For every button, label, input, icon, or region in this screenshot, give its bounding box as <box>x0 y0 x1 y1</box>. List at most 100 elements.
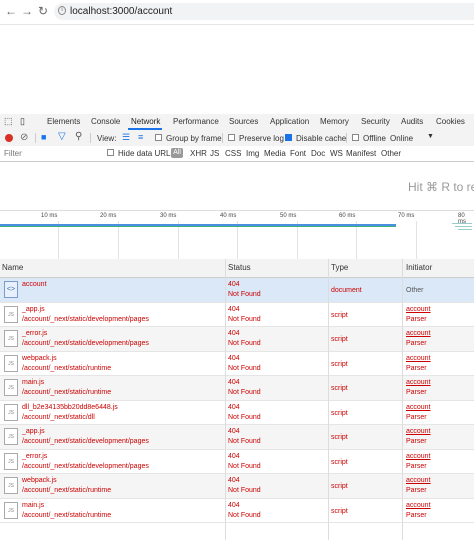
timeline-overview[interactable]: 10 ms 20 ms 30 ms 40 ms 50 ms 60 ms 70 m… <box>0 210 474 260</box>
script-file-icon: JS <box>4 305 18 323</box>
column-header-type[interactable]: Type <box>331 263 348 272</box>
video-camera-icon[interactable]: ■ <box>41 132 46 142</box>
request-name[interactable]: dll_b2e34135bb20dd8e6448.js <box>22 404 118 411</box>
large-rows-icon[interactable]: ☰ <box>122 132 130 143</box>
info-icon[interactable]: i <box>58 6 66 15</box>
inspect-icon[interactable]: ⬚ <box>4 116 13 127</box>
tab-application[interactable]: Application <box>270 117 309 126</box>
request-name[interactable]: main.js <box>22 379 44 386</box>
disable-cache-checkbox[interactable] <box>285 134 292 141</box>
status-text: Not Found <box>228 438 261 445</box>
initiator-detail: Parser <box>406 511 427 519</box>
request-type: document <box>331 287 362 294</box>
initiator-link[interactable]: account <box>406 330 431 337</box>
waterfall-icon[interactable]: ≡ <box>138 132 143 142</box>
clear-icon[interactable]: ⊘ <box>20 132 28 143</box>
initiator-detail: Parser <box>406 340 427 347</box>
column-header-name[interactable]: Name <box>2 263 23 272</box>
search-icon[interactable]: ⚲ <box>75 131 82 142</box>
tab-security[interactable]: Security <box>361 117 390 126</box>
request-name[interactable]: _app.js <box>22 306 45 313</box>
filter-all[interactable]: All <box>171 148 183 158</box>
hide-data-urls-checkbox[interactable] <box>107 149 114 156</box>
request-name[interactable]: _error.js <box>22 453 47 460</box>
address-bar[interactable]: i localhost:3000/account <box>54 3 474 20</box>
timeline-tick: 30 ms <box>160 213 177 219</box>
request-name[interactable]: main.js <box>22 502 44 509</box>
tab-cookies[interactable]: Cookies <box>436 117 465 126</box>
tab-console[interactable]: Console <box>91 117 120 126</box>
script-file-icon: JS <box>4 477 18 494</box>
filter-media[interactable]: Media <box>264 149 286 158</box>
tab-network[interactable]: Network <box>131 117 160 126</box>
column-header-status[interactable]: Status <box>228 263 251 272</box>
chevron-down-icon[interactable]: ▼ <box>427 133 434 140</box>
initiator-link[interactable]: account <box>406 453 431 460</box>
initiator-text: Other <box>406 287 424 294</box>
filter-bar: Filter Hide data URLs All XHR JS CSS Img… <box>0 146 474 162</box>
filter-manifest[interactable]: Manifest <box>346 149 376 158</box>
initiator-link[interactable]: account <box>406 379 431 386</box>
filter-img[interactable]: Img <box>246 149 259 158</box>
divider <box>346 133 347 143</box>
status-code: 404 <box>228 428 240 435</box>
filter-font[interactable]: Font <box>290 149 306 158</box>
filter-ws[interactable]: WS <box>330 149 343 158</box>
request-path: /account/_next/static/runtime <box>22 511 112 519</box>
initiator-link[interactable]: account <box>406 355 431 362</box>
tab-performance[interactable]: Performance <box>173 117 219 126</box>
initiator-link[interactable]: account <box>406 502 431 509</box>
initiator-link[interactable]: account <box>406 306 431 313</box>
timeline-tick: 60 ms <box>339 213 356 219</box>
preserve-log-checkbox[interactable] <box>228 134 235 141</box>
request-type: script <box>331 336 348 343</box>
status-text: Not Found <box>228 315 261 323</box>
load-line <box>0 226 396 227</box>
request-type: script <box>331 507 348 515</box>
group-by-frame-label: Group by frame <box>166 134 222 143</box>
filter-other[interactable]: Other <box>381 149 401 158</box>
request-name[interactable]: _error.js <box>22 330 47 337</box>
tab-elements[interactable]: Elements <box>47 117 80 126</box>
status-code: 404 <box>228 501 240 509</box>
offline-label: Offline <box>363 134 386 143</box>
arrow-right-icon[interactable]: → <box>20 4 34 18</box>
filter-input[interactable]: Filter <box>4 149 22 158</box>
filter-icon[interactable]: ▽ <box>58 131 66 142</box>
request-path: /account/_next/static/development/pages <box>22 462 149 470</box>
initiator-link[interactable]: account <box>406 404 431 411</box>
record-icon[interactable] <box>5 134 13 142</box>
arrow-left-icon[interactable]: ← <box>4 4 18 18</box>
filter-xhr[interactable]: XHR <box>190 149 207 158</box>
filter-doc[interactable]: Doc <box>311 149 325 158</box>
tab-audits[interactable]: Audits <box>401 117 423 126</box>
filter-js[interactable]: JS <box>210 149 219 158</box>
column-header-initiator[interactable]: Initiator <box>406 263 432 272</box>
status-code: 404 <box>228 379 240 386</box>
initiator-link[interactable]: account <box>406 477 431 484</box>
tab-memory[interactable]: Memory <box>320 117 349 126</box>
initiator-link[interactable]: account <box>406 428 431 435</box>
request-type: script <box>331 311 348 319</box>
request-name[interactable]: webpack.js <box>22 355 57 362</box>
request-name[interactable]: webpack.js <box>22 477 57 484</box>
url-text[interactable]: localhost:3000/account <box>70 6 172 17</box>
filter-css[interactable]: CSS <box>225 149 241 158</box>
request-name[interactable]: _app.js <box>22 428 45 435</box>
status-text: Not Found <box>228 291 261 298</box>
reload-icon[interactable]: ↻ <box>36 4 50 18</box>
request-type: script <box>331 385 348 392</box>
device-toggle-icon[interactable]: ▯ <box>20 116 25 127</box>
view-label: View: <box>97 134 117 143</box>
status-code: 404 <box>228 403 240 411</box>
status-text: Not Found <box>228 487 261 494</box>
request-name[interactable]: account <box>22 281 47 288</box>
status-text: Not Found <box>228 364 261 372</box>
offline-checkbox[interactable] <box>352 134 359 141</box>
request-path: /account/_next/static/development/pages <box>22 340 149 347</box>
throttling-select[interactable]: Online <box>390 134 413 143</box>
script-file-icon: JS <box>4 330 18 347</box>
devtools-tabbar: ⬚ ▯ Elements Console Network Performance… <box>0 114 474 131</box>
group-by-frame-checkbox[interactable] <box>155 134 162 141</box>
tab-sources[interactable]: Sources <box>229 117 258 126</box>
